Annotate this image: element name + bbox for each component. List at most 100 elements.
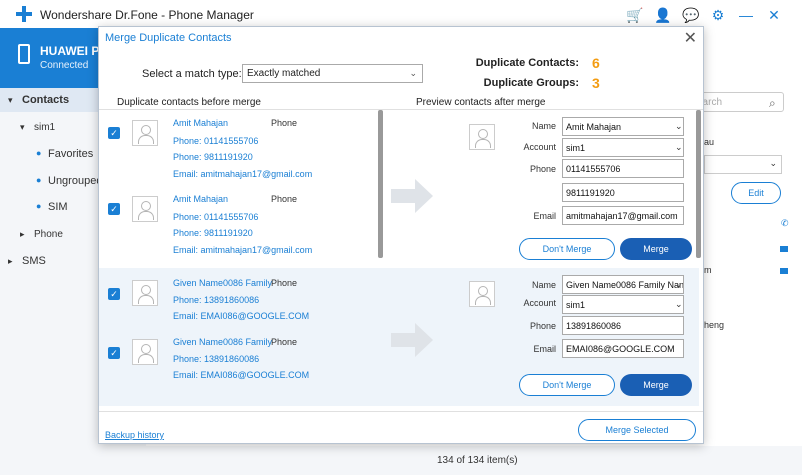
contact-avatar xyxy=(132,339,158,365)
contact-email: Email: EMAI086@GOOGLE.COM xyxy=(173,370,310,380)
sidebar-item-sim1[interactable]: sim1 xyxy=(34,122,55,133)
phone-icon: ✆ xyxy=(781,218,789,228)
divider xyxy=(99,411,703,412)
feedback-icon[interactable]: 💬 xyxy=(682,7,699,23)
contact-phone: Phone: 01141555706 xyxy=(173,136,259,146)
minimize-icon[interactable]: — xyxy=(738,7,754,23)
group-select[interactable]: ⌄ xyxy=(704,155,782,174)
contact-checkbox[interactable]: ✓ xyxy=(108,347,120,359)
name-field[interactable]: Given Name0086 Family Nan xyxy=(562,275,684,294)
user-icon[interactable]: 👤 xyxy=(654,7,671,23)
contact-source: Phone xyxy=(271,118,298,128)
contact-phone: Phone: 01141555706 xyxy=(173,212,259,222)
duplicate-group: ✓ Given Name0086 Family Phone Phone: 138… xyxy=(99,268,699,406)
phone-label: Phone xyxy=(529,321,556,331)
close-window-icon[interactable]: ✕ xyxy=(766,7,782,23)
account-label: Account xyxy=(523,142,556,152)
match-type-select[interactable]: Exactly matched ⌄ xyxy=(242,64,423,83)
duplicate-groups-value: 3 xyxy=(592,75,600,91)
after-merge-heading: Preview contacts after merge xyxy=(416,97,546,108)
settings-gear-icon[interactable]: ⚙ xyxy=(710,7,726,23)
arrow-right-icon xyxy=(391,323,433,357)
phone-field[interactable]: 01141555706 xyxy=(562,159,684,178)
merge-button[interactable]: Merge xyxy=(620,238,692,260)
contacts-expander-icon[interactable]: ▾ xyxy=(8,95,13,106)
chevron-down-icon: ⌄ xyxy=(409,68,417,78)
email-field[interactable]: amitmahajan17@gmail.com xyxy=(562,206,684,225)
email-label: Email xyxy=(533,344,556,354)
contact-avatar xyxy=(132,280,158,306)
partial-label: m xyxy=(704,265,712,275)
chevron-down-icon: ⌄ xyxy=(675,121,683,131)
right-scrollbar[interactable] xyxy=(696,110,701,258)
contact-email: Email: amitmahajan17@gmail.com xyxy=(173,169,313,179)
contact-name: Amit Mahajan xyxy=(173,194,229,204)
contact-email: Email: EMAI086@GOOGLE.COM xyxy=(173,311,310,321)
contact-source: Phone xyxy=(271,278,298,288)
name-field[interactable]: Amit Mahajan xyxy=(562,117,684,136)
sidebar-item-sim[interactable]: SIM xyxy=(48,201,68,213)
merge-selected-button[interactable]: Merge Selected xyxy=(578,419,696,441)
contact-avatar xyxy=(132,196,158,222)
sim1-expander-icon[interactable]: ▾ xyxy=(20,122,25,133)
contact-phone: Phone: 13891860086 xyxy=(173,354,260,364)
contact-avatar xyxy=(132,120,158,146)
arrow-right-icon xyxy=(391,179,433,213)
contact-email: Email: amitmahajan17@gmail.com xyxy=(173,245,313,255)
partial-label: au xyxy=(704,137,715,147)
title-bar: Wondershare Dr.Fone - Phone Manager 🛒 👤 … xyxy=(0,0,802,28)
app-title: Wondershare Dr.Fone - Phone Manager xyxy=(40,8,254,22)
sidebar-item-favorites[interactable]: Favorites xyxy=(48,148,93,160)
partial-label: heng xyxy=(704,320,725,330)
account-field[interactable]: sim1 xyxy=(562,138,684,157)
duplicate-contacts-label: Duplicate Contacts: xyxy=(475,57,579,69)
contact-name: Amit Mahajan xyxy=(173,118,229,128)
close-icon[interactable]: ✕ xyxy=(684,28,697,48)
phone-expander-icon[interactable]: ▸ xyxy=(20,229,25,240)
account-label: Account xyxy=(523,298,556,308)
sms-expander-icon[interactable]: ▸ xyxy=(8,256,13,267)
backup-history-link[interactable]: Backup history xyxy=(105,430,164,440)
sidebar-item-contacts[interactable]: Contacts xyxy=(22,94,69,106)
device-status: Connected xyxy=(40,60,89,71)
phone-field[interactable]: 9811191920 xyxy=(562,183,684,202)
contact-source: Phone xyxy=(271,337,298,347)
account-field[interactable]: sim1 xyxy=(562,295,684,314)
name-label: Name xyxy=(531,280,556,290)
contact-checkbox[interactable]: ✓ xyxy=(108,203,120,215)
duplicate-contacts-value: 6 xyxy=(592,55,600,71)
email-label: Email xyxy=(533,211,556,221)
item-count: 134 of 134 item(s) xyxy=(437,455,518,466)
search-icon[interactable]: ⌕ xyxy=(769,96,776,111)
preview-avatar xyxy=(469,281,495,307)
bullet-icon: ● xyxy=(36,175,42,185)
sidebar-item-phone[interactable]: Phone xyxy=(34,229,63,240)
contact-phone: Phone: 13891860086 xyxy=(173,295,260,305)
mail-icon xyxy=(780,268,788,274)
merge-duplicates-dialog: Merge Duplicate Contacts ✕ Select a matc… xyxy=(98,26,704,444)
phone-device-icon xyxy=(18,44,30,64)
email-field[interactable]: EMAI086@GOOGLE.COM xyxy=(562,339,684,358)
sidebar-item-ungrouped[interactable]: Ungrouped xyxy=(48,175,102,187)
cart-icon[interactable]: 🛒 xyxy=(626,7,643,23)
app-logo-icon xyxy=(16,6,32,22)
dont-merge-button[interactable]: Don't Merge xyxy=(519,238,615,260)
dialog-title: Merge Duplicate Contacts xyxy=(105,32,232,44)
contact-checkbox[interactable]: ✓ xyxy=(108,288,120,300)
edit-button[interactable]: Edit xyxy=(731,182,781,204)
chevron-down-icon: ⌄ xyxy=(769,158,777,168)
name-label: Name xyxy=(531,121,556,131)
mail-icon xyxy=(780,246,788,252)
sidebar-item-sms[interactable]: SMS xyxy=(22,255,46,267)
contact-checkbox[interactable]: ✓ xyxy=(108,127,120,139)
contact-name: Given Name0086 Family xyxy=(173,337,273,347)
duplicate-group: ✓ Amit Mahajan Phone Phone: 01141555706 … xyxy=(99,110,701,268)
left-scrollbar[interactable] xyxy=(378,110,383,258)
phone-field[interactable]: 13891860086 xyxy=(562,316,684,335)
phone-label: Phone xyxy=(529,164,556,174)
dont-merge-button[interactable]: Don't Merge xyxy=(519,374,615,396)
match-type-value: Exactly matched xyxy=(247,68,321,79)
contact-name: Given Name0086 Family xyxy=(173,278,273,288)
chevron-down-icon: ⌄ xyxy=(675,142,683,152)
merge-button[interactable]: Merge xyxy=(620,374,692,396)
